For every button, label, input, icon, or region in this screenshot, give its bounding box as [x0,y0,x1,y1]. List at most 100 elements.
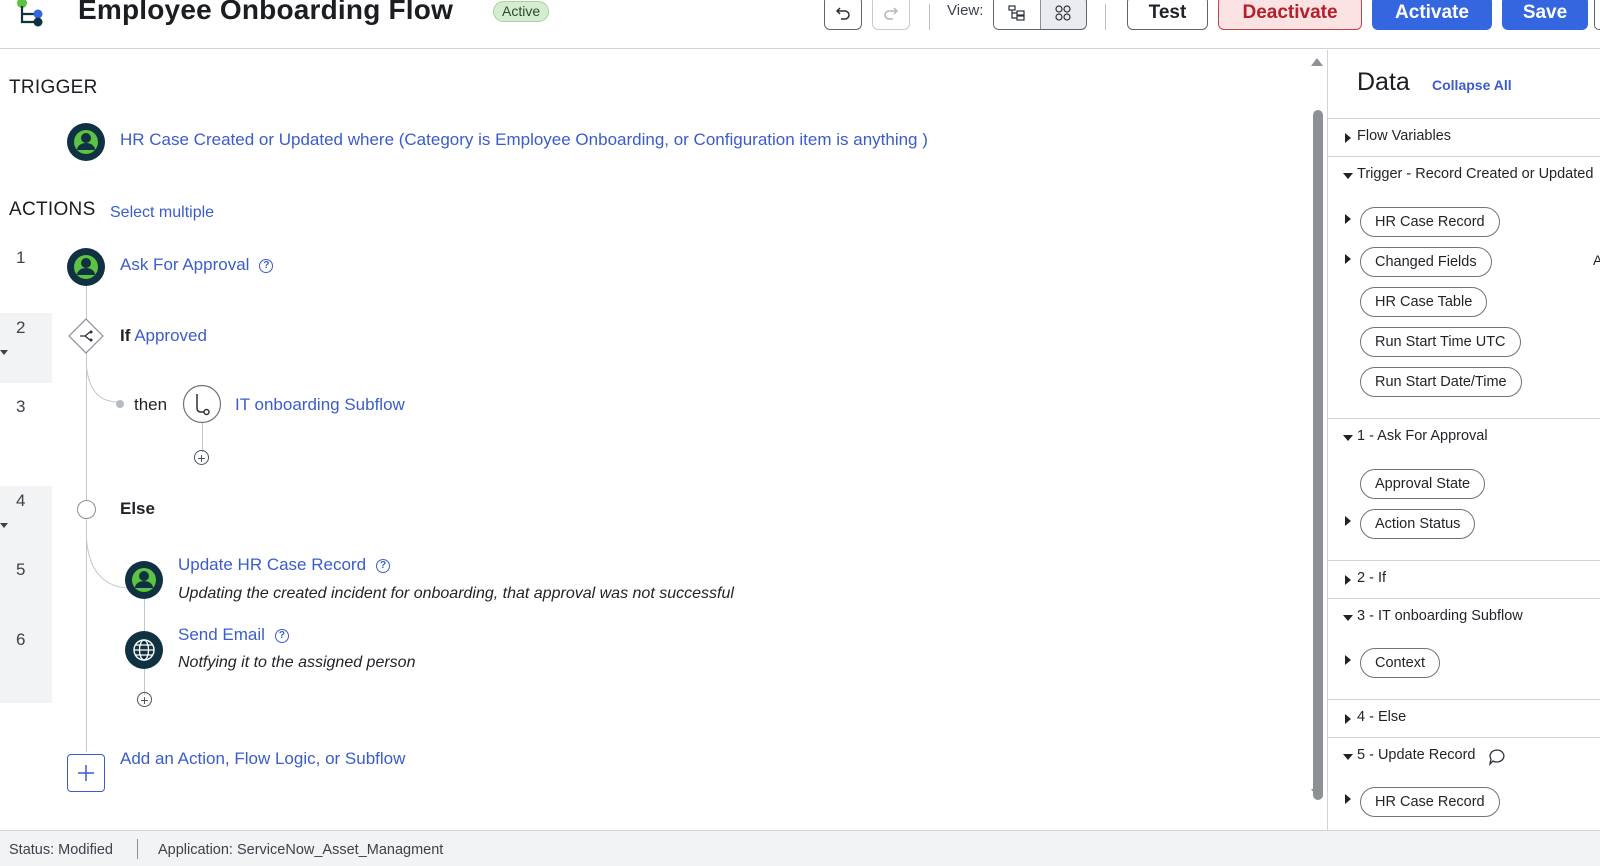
it-onboarding-subflow-link[interactable]: IT onboarding Subflow [235,395,405,415]
section-label: Flow Variables [1357,128,1452,144]
expand-icon [1345,133,1351,143]
canvas-scrollbar[interactable] [1313,110,1323,800]
data-pill[interactable]: HR Case Record [1360,207,1500,237]
collapse-icon [1343,754,1353,760]
else-node-icon [77,500,96,519]
action-row-6[interactable]: Send Email? [178,625,289,645]
if-branch-icon [68,318,104,354]
step-5-description: Updating the created incident for onboar… [178,585,734,602]
ask-for-approval-link[interactable]: Ask For Approval [120,255,249,274]
undo-button[interactable] [824,0,862,30]
approval-icon [67,248,105,286]
deactivate-button[interactable]: Deactivate [1218,0,1362,30]
plus-icon [78,765,94,781]
section-label: 5 - Update Record [1357,747,1476,763]
update-hr-case-record-link[interactable]: Update HR Case Record [178,555,366,574]
diagram-view-button[interactable] [1041,0,1087,29]
section-step-5[interactable]: 5 - Update Record [1328,737,1600,775]
collapse-caret-icon[interactable] [0,350,8,355]
scroll-up-arrow[interactable] [1311,58,1323,66]
status-badge: Active [493,1,550,22]
section-label: Trigger - Record Created or Updated [1357,166,1594,182]
application-text: Application: ServiceNow_Asset_Managment [158,842,444,858]
collapse-icon [1343,173,1353,179]
add-action-link[interactable]: Add an Action, Flow Logic, or Subflow [120,749,405,769]
trigger-record-icon [67,123,105,161]
add-action-button[interactable] [67,754,105,792]
flow-title: Employee Onboarding Flow [78,0,454,25]
section-step-1[interactable]: 1 - Ask For Approval [1328,418,1600,456]
data-pill[interactable]: Changed Fields [1360,247,1492,277]
more-button[interactable] [1594,0,1600,30]
section-step-2[interactable]: 2 - If [1328,560,1600,598]
toolbar-divider [1105,4,1106,30]
section-label: 4 - Else [1357,709,1407,725]
expand-icon [1345,714,1351,724]
help-icon[interactable]: ? [274,629,289,643]
trigger-heading: TRIGGER [9,77,98,98]
data-pill[interactable]: HR Case Record [1360,787,1500,817]
trigger-condition-link[interactable]: HR Case Created or Updated where (Catego… [120,130,928,150]
view-toggle[interactable] [993,0,1087,30]
status-bar: Status: Modified Application: ServiceNow… [0,830,1600,866]
collapse-all-link[interactable]: Collapse All [1432,77,1512,93]
tree-view-icon [1008,5,1025,21]
collapse-caret-icon[interactable] [0,523,8,528]
help-icon[interactable]: ? [259,259,274,273]
toolbar-divider [929,4,930,30]
subflow-icon [182,384,222,424]
redo-button[interactable] [872,0,910,30]
data-pill[interactable]: HR Case Table [1360,287,1488,317]
section-label: 1 - Ask For Approval [1357,428,1488,444]
expand-icon[interactable] [1345,794,1351,804]
scroll-down-arrow[interactable] [1311,789,1323,797]
data-panel-title: Data [1357,68,1410,96]
action-row-1[interactable]: Ask For Approval? [120,255,274,275]
test-button[interactable]: Test [1127,0,1208,30]
comment-icon[interactable] [1488,748,1506,766]
step-6-description: Notfying it to the assigned person [178,654,416,671]
section-label: 2 - If [1357,570,1387,586]
help-icon[interactable]: ? [376,559,391,573]
actions-heading: ACTIONS [9,199,96,220]
step-number: 6 [0,625,52,703]
data-pill[interactable]: Context [1360,648,1440,678]
step-number: 5 [0,555,52,625]
step-number: 2 [0,313,52,383]
send-email-link[interactable]: Send Email [178,625,265,644]
if-row[interactable]: If Approved [120,326,207,346]
flow-canvas: TRIGGER HR Case Created or Updated where… [0,50,1326,830]
update-record-icon [125,561,163,599]
section-trigger[interactable]: Trigger - Record Created or Updated [1328,156,1600,194]
data-pill[interactable]: Run Start Date/Time [1360,367,1522,397]
view-label: View: [947,2,984,19]
add-step-button[interactable]: + [194,450,209,466]
status-text: Status: Modified [9,842,113,858]
collapse-icon [1343,435,1353,441]
select-multiple-link[interactable]: Select multiple [110,204,214,222]
flow-logo-icon [17,0,43,27]
if-condition-link[interactable]: Approved [134,326,207,345]
data-pill[interactable]: Run Start Time UTC [1360,327,1521,357]
section-step-4[interactable]: 4 - Else [1328,699,1600,737]
activate-button[interactable]: Activate [1372,0,1492,30]
expand-icon[interactable] [1345,254,1351,264]
add-step-button[interactable]: + [137,692,152,708]
expand-icon[interactable] [1345,655,1351,665]
data-panel: Data Collapse All Flow Variables Trigger… [1327,50,1600,830]
globe-icon [125,631,163,669]
expand-icon[interactable] [1345,516,1351,526]
section-step-3[interactable]: 3 - IT onboarding Subflow [1328,598,1600,636]
then-connector [86,356,119,403]
expand-icon[interactable] [1345,214,1351,224]
action-row-5[interactable]: Update HR Case Record? [178,555,391,575]
data-pill[interactable]: Approval State [1360,469,1486,499]
else-label[interactable]: Else [120,499,155,519]
tree-view-button[interactable] [994,0,1041,29]
save-button[interactable]: Save [1502,0,1588,30]
section-flow-variables[interactable]: Flow Variables [1328,118,1600,156]
step-number: 4 [0,486,52,556]
data-pill[interactable]: Action Status [1360,509,1476,539]
truncated-text: A [1593,252,1600,268]
undo-icon [835,7,850,20]
